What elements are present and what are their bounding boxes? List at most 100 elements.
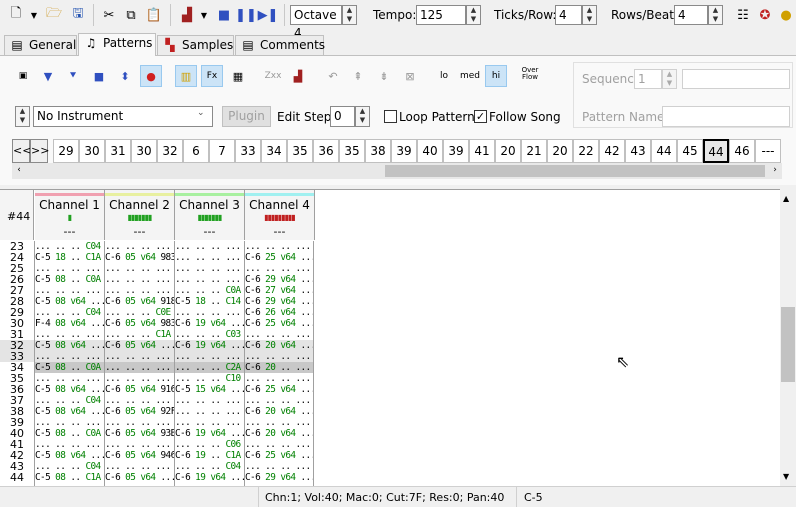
pattern-cell[interactable]: C-6 26 v64 ... [245,307,313,318]
pattern-cell[interactable]: C-5 08 .. C0A [35,274,104,285]
pattern-cell[interactable]: ... .. .. C0E [105,307,174,318]
pattern-cell[interactable]: ... .. .. C1A [105,329,174,340]
order-item[interactable]: 41 [469,139,495,163]
tempo-field[interactable]: 125 [416,5,466,25]
rows-spinner[interactable]: ▲ ▼ [708,5,723,25]
order-item[interactable]: 34 [261,139,287,163]
order-item[interactable]: 33 [235,139,261,163]
pattern-cell[interactable]: ... .. .. ... [105,373,174,384]
order-item[interactable]: 30 [131,139,157,163]
pattern-cell[interactable]: ... .. .. ... [35,373,104,384]
settings-icon[interactable]: ☷ [733,5,753,25]
pattern-cell[interactable]: C-6 05 v64 ... [105,340,174,351]
pattern-cell[interactable]: ... .. .. ... [245,417,313,428]
delete-icon[interactable]: ⊠ [399,65,421,87]
chevron-down-icon[interactable]: ▼ [199,5,209,25]
expand-icon[interactable]: ⬍ [114,65,136,87]
pattern-cell[interactable]: ... .. .. ... [245,373,313,384]
order-item[interactable]: 40 [417,139,443,163]
channel-header[interactable]: Channel 3 ▮▮▮▮▮▮▮ --- [175,190,245,240]
order-item[interactable]: 32 [157,139,183,163]
pattern-cell[interactable]: ... .. .. C03 [175,329,244,340]
pattern-cell[interactable]: ... .. .. ... [35,285,104,296]
scroll-right-icon[interactable]: › [768,165,782,175]
pattern-cell[interactable]: ... .. .. ... [105,274,174,285]
pattern-cell[interactable]: ... .. .. ... [245,241,313,252]
pattern-row[interactable]: 30 F-4 08 v64 ... C-6 05 v64 983 C-6 19 v64… [0,318,313,329]
midi-record-icon[interactable]: ✪ [755,5,775,25]
record-icon[interactable]: ● [140,65,162,87]
order-item[interactable]: 7 [209,139,235,163]
insert-pattern-icon[interactable]: ▣ [12,65,34,87]
order-item[interactable]: 21 [521,139,547,163]
copy-icon[interactable]: ⧉ [120,5,142,25]
vu-meter-icon[interactable]: ▥ [175,65,197,87]
channel-header[interactable]: Channel 4 ▮▮▮▮▮▮▮▮▮ --- [245,190,315,240]
pattern-cell[interactable]: C-6 05 v64 918 [105,296,174,307]
pattern-cell[interactable]: ... .. .. ... [105,285,174,296]
pattern-cell[interactable]: C-6 25 v64 ... [245,450,313,461]
channel-header[interactable]: Channel 1 ▮ --- [35,190,105,240]
pattern-cell[interactable]: ... .. .. ... [175,351,244,362]
pattern-cell[interactable]: ... .. .. ... [105,395,174,406]
pattern-cell[interactable]: C-6 19 .. C1A [175,450,244,461]
order-item[interactable]: 29 [53,139,79,163]
pattern-cell[interactable]: C-6 19 v64 ... [175,472,244,483]
order-item[interactable]: 22 [573,139,599,163]
pattern-cell[interactable]: C-5 18 .. C14 [175,296,244,307]
pattern-cell[interactable]: C-6 29 v64 ... [245,296,313,307]
pattern-scroll-thumb[interactable] [781,307,795,382]
pattern-cell[interactable]: C-5 18 .. C1A [35,252,104,263]
new-file-icon[interactable]: 🗋 [5,5,27,25]
pattern-cell[interactable]: C-5 08 v64 ... [35,450,104,461]
pattern-cell[interactable]: C-6 20 v64 ... [245,406,313,417]
pattern-row[interactable]: 41... .. .. ...... .. .. ...... .. .. C0… [0,439,313,450]
sequence-field[interactable]: 1 [634,69,662,89]
loop-pattern-checkbox[interactable] [384,110,397,123]
order-prev-button[interactable]: << [12,139,31,163]
pattern-cell[interactable]: ... .. .. ... [105,461,174,472]
help-icon[interactable]: ● [777,5,795,25]
order-item[interactable]: 39 [443,139,469,163]
channel-header[interactable]: Channel 2 ▮▮▮▮▮▮▮ --- [105,190,175,240]
pattern-cell[interactable]: ... .. .. ... [35,439,104,450]
order-item[interactable]: 6 [183,139,209,163]
pattern-cell[interactable]: ... .. .. ... [105,351,174,362]
pattern-row[interactable]: 31... .. .. ...... .. .. C1A... .. .. C0… [0,329,313,340]
pattern-cell[interactable]: ... .. .. ... [245,351,313,362]
pattern-cell[interactable]: C-5 08 v64 ... [35,340,104,351]
pattern-row[interactable]: 33... .. .. ...... .. .. ...... .. .. ..… [0,351,313,362]
order-item[interactable]: 31 [105,139,131,163]
pattern-row[interactable]: 44 C-5 08 .. C1A C-6 05 v64 ... C-6 19 v64 … [0,472,313,483]
order-item[interactable]: --- [755,139,781,163]
pattern-cell[interactable]: ... .. .. C10 [175,373,244,384]
order-item[interactable]: 36 [313,139,339,163]
tab-patterns[interactable]: ♫ Patterns [78,33,156,56]
pattern-row[interactable]: 34 C-5 08 .. C0A... .. .. ...... .. .. C2… [0,362,313,373]
pattern-cell[interactable]: C-6 29 v64 ... [245,274,313,285]
edit-step-spinner[interactable]: ▲ ▼ [355,106,370,127]
pattern-cell[interactable]: C-6 05 v64 983 [105,252,174,263]
square-icon[interactable]: ■ [88,65,110,87]
order-item[interactable]: 45 [677,139,703,163]
stop-icon[interactable]: ■ [214,5,234,25]
pattern-row[interactable]: 24 C-5 18 .. C1A C-6 05 v64 983... .. .. .… [0,252,313,263]
pattern-cell[interactable]: C-6 20 .. ... [245,362,313,373]
chevron-down-icon[interactable]: ▼ [29,5,39,25]
arrow-down-icon[interactable]: ▼ [37,65,59,87]
pattern-cell[interactable]: ... .. .. ... [175,307,244,318]
pattern-cell[interactable]: ... .. .. ... [245,439,313,450]
pattern-row[interactable]: 37... .. .. C04... .. .. ...... .. .. ..… [0,395,313,406]
pattern-row[interactable]: 42 C-5 08 v64 ... C-6 05 v64 946 C-6 19 .. … [0,450,313,461]
pattern-cell[interactable]: C-6 20 v64 ... [245,428,313,439]
overflow-button[interactable]: Over Flow [517,63,543,85]
pattern-cell[interactable]: ... .. .. ... [175,395,244,406]
pattern-cell[interactable]: ... .. .. ... [245,395,313,406]
order-item[interactable]: 43 [625,139,651,163]
tab-comments[interactable]: ▤ Comments [235,35,325,55]
order-item[interactable]: 44 [703,139,729,163]
open-folder-icon[interactable]: 🗁 [43,5,65,25]
zxx-icon[interactable]: Zxx [262,65,284,87]
arrow-down-bar-icon[interactable]: ⯆ [62,65,84,87]
tempo-spinner[interactable]: ▲ ▼ [466,5,481,25]
